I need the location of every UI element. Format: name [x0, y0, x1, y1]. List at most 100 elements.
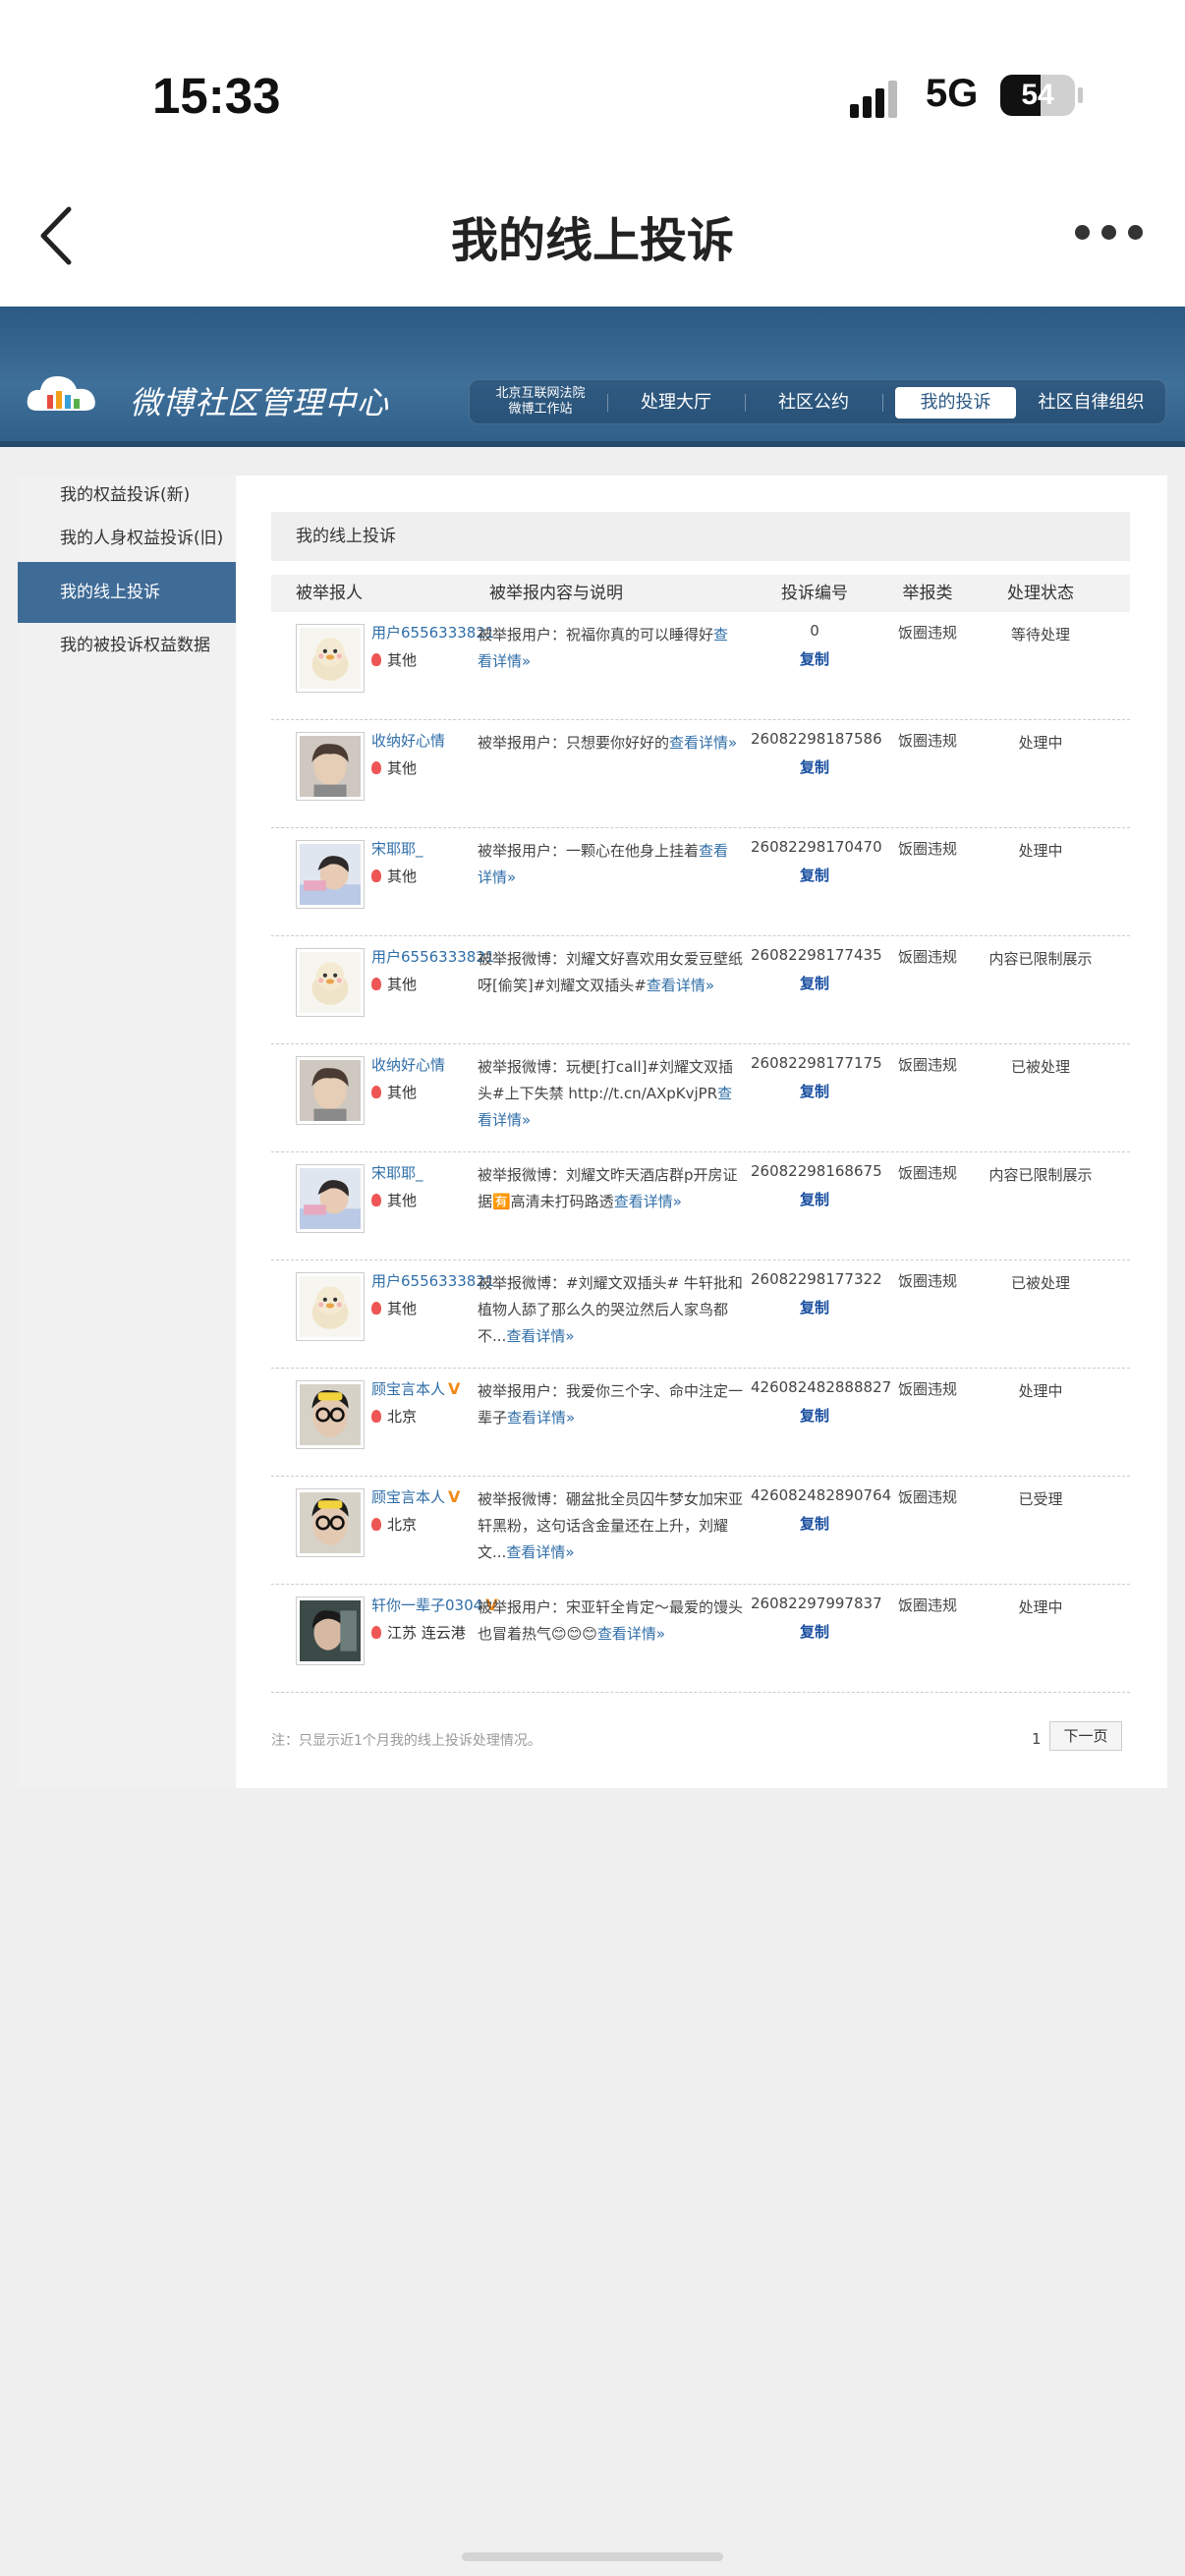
user-location: 其他 — [371, 1190, 417, 1210]
reported-user-name[interactable]: 用户6556333821 — [371, 624, 494, 642]
copy-button[interactable]: 复制 — [751, 1297, 878, 1317]
user-avatar[interactable] — [296, 840, 365, 909]
description-text: 被举报用户：只想要你好好的 — [478, 734, 670, 752]
verified-badge-icon: V — [448, 1379, 461, 1398]
court-link[interactable]: 北京互联网法院 微博工作站 — [481, 386, 599, 418]
home-indicator[interactable] — [462, 2552, 723, 2561]
user-avatar[interactable] — [296, 1272, 365, 1341]
reported-user-name[interactable]: 用户6556333821 — [371, 1272, 494, 1290]
reported-user-link[interactable]: 用户6556333821 — [371, 622, 494, 643]
user-avatar[interactable] — [296, 1488, 365, 1557]
user-avatar[interactable] — [296, 624, 365, 693]
location-person-icon — [371, 1518, 381, 1531]
user-location: 北京 — [371, 1514, 417, 1535]
processing-status: 已受理 — [1018, 1490, 1063, 1508]
user-avatar[interactable] — [296, 1380, 365, 1449]
copy-button[interactable]: 复制 — [751, 1405, 878, 1426]
processing-status: 已被处理 — [1010, 1274, 1070, 1292]
panel-title: 我的线上投诉 — [271, 512, 1130, 561]
location-text: 其他 — [387, 868, 418, 885]
reported-user-name[interactable]: 轩你一辈子0304 — [371, 1596, 482, 1614]
copy-button[interactable]: 复制 — [751, 648, 878, 669]
more-options-icon[interactable] — [1075, 223, 1144, 243]
sidebar-item-complained-data[interactable]: 我的被投诉权益数据 — [18, 626, 236, 665]
col-reported-user: 被举报人 — [296, 584, 363, 603]
copy-button[interactable]: 复制 — [751, 1513, 878, 1534]
report-type: 饭圈违规 — [897, 1056, 957, 1074]
sidebar-item-online-complaints[interactable]: 我的线上投诉 — [18, 562, 236, 623]
copy-button[interactable]: 复制 — [751, 1189, 878, 1209]
reported-user-name[interactable]: 顾宝言本人 — [371, 1380, 445, 1398]
processing-status: 内容已限制展示 — [988, 1166, 1093, 1184]
sidebar-item-rights-new[interactable]: 我的权益投诉(新) — [18, 476, 236, 515]
complaint-description: 被举报用户：祝福你真的可以睡得好查看详情» — [478, 622, 743, 675]
report-type: 饭圈违规 — [897, 1488, 957, 1506]
reported-user-link[interactable]: 收纳好心情 — [371, 1054, 445, 1075]
user-avatar[interactable] — [296, 1164, 365, 1233]
processing-status: 处理中 — [1018, 842, 1063, 860]
location-person-icon — [371, 761, 381, 774]
nav-community-rules[interactable]: 社区公约 — [755, 380, 873, 425]
view-details-link[interactable]: 查看详情» — [597, 1625, 665, 1643]
report-type: 饭圈违规 — [897, 948, 957, 966]
user-location: 江苏 连云港 — [371, 1622, 466, 1643]
description-text: 被举报微博：玩梗[打call]#刘耀文双插头#上下失禁 http://t.cn/… — [478, 1058, 734, 1102]
reported-user-link[interactable]: 用户6556333821 — [371, 1270, 494, 1291]
nav-self-regulation[interactable]: 社区自律组织 — [1025, 380, 1157, 425]
nav-processing-hall[interactable]: 处理大厅 — [617, 380, 735, 425]
copy-button[interactable]: 复制 — [751, 1081, 878, 1101]
network-type: 5G — [926, 72, 979, 115]
reported-user-link[interactable]: 顾宝言本人 V — [371, 1486, 464, 1507]
location-text: 北京 — [387, 1516, 418, 1534]
table-row: 顾宝言本人 V 北京 被举报微博：硼盆批全员囚牛梦女加宋亚轩黑粉，这句话含金量还在上升… — [271, 1477, 1130, 1585]
user-avatar[interactable] — [296, 1056, 365, 1125]
reported-user-name[interactable]: 收纳好心情 — [371, 732, 445, 750]
site-logo-text: 微博社区管理中心 — [130, 384, 390, 421]
description-text: 被举报微博：刘耀文昨天酒店群p开房证据🈶高清未打码路透 — [478, 1166, 738, 1210]
complaint-id: 26082298168675 — [751, 1162, 882, 1180]
view-details-link[interactable]: 查看详情» — [614, 1193, 682, 1210]
copy-button[interactable]: 复制 — [751, 973, 878, 993]
nav-my-complaints[interactable]: 我的投诉 — [895, 387, 1016, 419]
reported-user-name[interactable]: 顾宝言本人 — [371, 1488, 445, 1506]
battery-tip — [1078, 87, 1083, 103]
description-text: 被举报用户：祝福你真的可以睡得好 — [478, 626, 714, 644]
view-details-link[interactable]: 查看详情» — [669, 734, 737, 752]
view-details-link[interactable]: 查看详情» — [506, 1543, 574, 1561]
copy-button[interactable]: 复制 — [751, 865, 878, 885]
court-label: 北京互联网法院 — [495, 386, 586, 401]
user-avatar[interactable] — [296, 1596, 365, 1665]
view-details-link[interactable]: 查看详情» — [647, 977, 714, 994]
reported-user-link[interactable]: 顾宝言本人 V — [371, 1378, 464, 1399]
reported-user-link[interactable]: 宋耶耶_ — [371, 1162, 423, 1183]
battery-icon: 54 — [1000, 75, 1075, 116]
copy-button[interactable]: 复制 — [751, 1621, 878, 1642]
sidebar: 我的权益投诉(新) 我的人身权益投诉(旧) 我的线上投诉 我的被投诉权益数据 — [18, 476, 236, 1788]
complaint-id: 26082298170470 — [751, 838, 882, 856]
reported-user-name[interactable]: 用户6556333821 — [371, 948, 494, 966]
next-page-button[interactable]: 下一页 — [1049, 1721, 1122, 1751]
reported-user-link[interactable]: 收纳好心情 — [371, 730, 445, 751]
reported-user-link[interactable]: 用户6556333821 — [371, 946, 494, 967]
complaint-id: 26082298177175 — [751, 1054, 882, 1072]
view-details-link[interactable]: 查看详情» — [506, 1327, 574, 1345]
location-text: 其他 — [387, 651, 418, 669]
user-location: 其他 — [371, 1298, 417, 1318]
report-type: 饭圈违规 — [897, 732, 957, 750]
reported-user-name[interactable]: 宋耶耶_ — [371, 1164, 423, 1182]
user-location: 其他 — [371, 757, 417, 778]
clock: 15:33 — [152, 68, 281, 124]
reported-user-name[interactable]: 宋耶耶_ — [371, 840, 423, 858]
user-avatar[interactable] — [296, 948, 365, 1017]
reported-user-link[interactable]: 宋耶耶_ — [371, 838, 423, 859]
reported-user-name[interactable]: 收纳好心情 — [371, 1056, 445, 1074]
court-sublabel: 微博工作站 — [508, 402, 573, 417]
description-text: 被举报用户：一颗心在他身上挂着 — [478, 842, 700, 860]
sidebar-item-personal-rights-old[interactable]: 我的人身权益投诉(旧) — [18, 519, 236, 558]
view-details-link[interactable]: 查看详情» — [507, 1409, 575, 1427]
location-text: 其他 — [387, 976, 418, 993]
location-text: 其他 — [387, 1084, 418, 1101]
user-avatar[interactable] — [296, 732, 365, 801]
cloud-logo-icon — [27, 375, 95, 411]
copy-button[interactable]: 复制 — [751, 756, 878, 777]
